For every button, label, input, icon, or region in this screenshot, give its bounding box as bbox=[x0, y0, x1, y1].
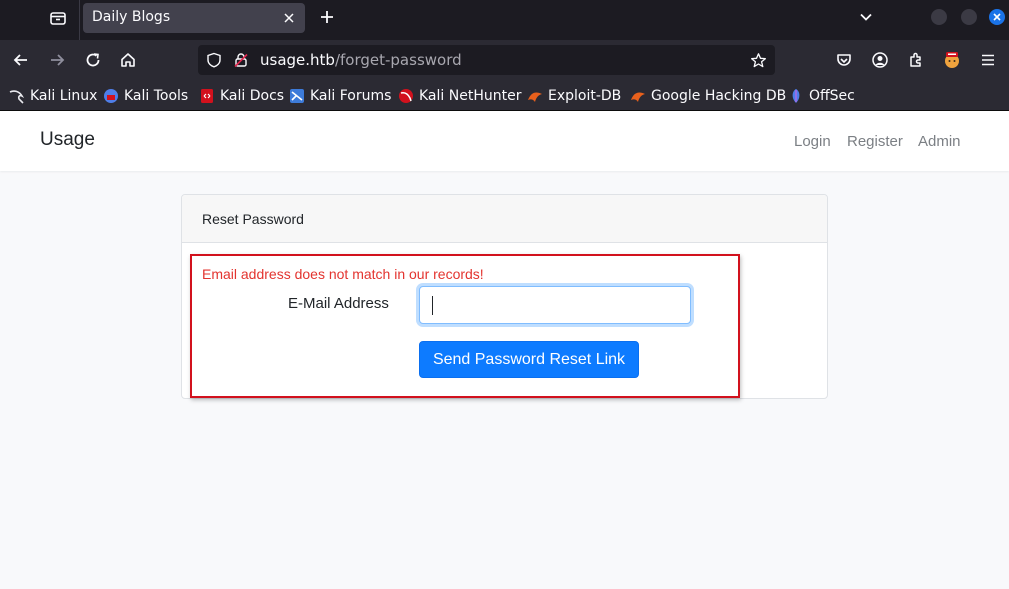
bookmark-exploit-db[interactable]: Exploit-DB bbox=[527, 86, 621, 106]
forward-icon[interactable] bbox=[46, 49, 68, 71]
email-label: E-Mail Address bbox=[288, 295, 389, 312]
reload-icon[interactable] bbox=[82, 49, 104, 71]
pocket-icon[interactable] bbox=[833, 49, 855, 71]
profile-icon[interactable] bbox=[941, 49, 963, 71]
nav-login-link[interactable]: Login bbox=[794, 133, 831, 150]
menu-icon[interactable] bbox=[977, 49, 999, 71]
bookmark-label: Exploit-DB bbox=[548, 88, 622, 104]
url-text[interactable]: usage.htb/forget-password bbox=[260, 51, 462, 69]
tab-title: Daily Blogs bbox=[92, 9, 171, 25]
bookmark-kali-forums[interactable]: Kali Forums bbox=[289, 86, 391, 106]
site-navbar: Usage Login Register Admin bbox=[0, 111, 1009, 171]
offsec-icon bbox=[792, 89, 800, 103]
minimize-button[interactable] bbox=[931, 9, 947, 25]
bookmark-label: Kali Tools bbox=[124, 88, 189, 104]
url-bar[interactable]: usage.htb/forget-password bbox=[198, 45, 775, 75]
bookmark-label: OffSec bbox=[809, 88, 855, 104]
kali-docs-icon bbox=[201, 89, 213, 103]
bookmark-kali-docs[interactable]: Kali Docs bbox=[199, 86, 284, 106]
site-brand[interactable]: Usage bbox=[40, 129, 95, 151]
exploit-db-icon bbox=[528, 92, 542, 102]
lock-icon[interactable] bbox=[232, 51, 250, 69]
error-message: Email address does not match in our reco… bbox=[202, 266, 484, 282]
star-icon[interactable] bbox=[749, 51, 767, 69]
bookmark-label: Kali Linux bbox=[30, 88, 98, 104]
account-icon[interactable] bbox=[869, 49, 891, 71]
bookmark-offsec[interactable]: OffSec bbox=[788, 86, 855, 106]
plus-icon[interactable] bbox=[316, 6, 338, 28]
home-icon[interactable] bbox=[117, 49, 139, 71]
email-field[interactable] bbox=[419, 286, 691, 324]
kali-nethunter-icon bbox=[399, 89, 413, 103]
extensions-icon[interactable] bbox=[905, 49, 927, 71]
text-caret bbox=[432, 296, 433, 315]
bookmark-kali-tools[interactable]: Kali Tools bbox=[103, 86, 188, 106]
ghdb-icon bbox=[631, 92, 645, 102]
close-icon[interactable] bbox=[279, 8, 299, 28]
send-reset-link-button[interactable]: Send Password Reset Link bbox=[419, 341, 639, 378]
url-path: /forget-password bbox=[334, 51, 462, 69]
tab-separator bbox=[79, 0, 80, 40]
nav-register-link[interactable]: Register bbox=[847, 133, 903, 150]
maximize-button[interactable] bbox=[961, 9, 977, 25]
bookmark-kali-linux[interactable]: Kali Linux bbox=[9, 86, 97, 106]
window-close-button[interactable] bbox=[989, 9, 1005, 25]
back-icon[interactable] bbox=[10, 49, 32, 71]
shield-icon[interactable] bbox=[205, 51, 223, 69]
bookmark-label: Kali Docs bbox=[220, 88, 285, 104]
chevron-down-icon[interactable] bbox=[855, 6, 877, 28]
bookmark-label: Google Hacking DB bbox=[651, 88, 787, 104]
card-title: Reset Password bbox=[202, 211, 304, 227]
bookmarks-toolbar: Kali Linux Kali Tools Kali Docs Kali For… bbox=[0, 80, 1009, 111]
bookmark-label: Kali Forums bbox=[310, 88, 392, 104]
kali-forums-icon bbox=[290, 89, 304, 103]
browser-tab[interactable]: Daily Blogs bbox=[83, 3, 305, 33]
bookmark-label: Kali NetHunter bbox=[419, 88, 522, 104]
card-header: Reset Password bbox=[182, 195, 827, 243]
tab-bar: Daily Blogs bbox=[0, 0, 1009, 40]
tab-list-icon[interactable] bbox=[47, 7, 69, 29]
kali-tools-icon bbox=[104, 89, 118, 103]
nav-admin-link[interactable]: Admin bbox=[918, 133, 961, 150]
url-host: usage.htb bbox=[260, 51, 335, 69]
navigation-toolbar: usage.htb/forget-password bbox=[0, 40, 1009, 80]
bookmark-kali-nethunter[interactable]: Kali NetHunter bbox=[398, 86, 521, 106]
kali-dragon-icon bbox=[9, 90, 25, 104]
bookmark-google-hacking-db[interactable]: Google Hacking DB bbox=[630, 86, 786, 106]
